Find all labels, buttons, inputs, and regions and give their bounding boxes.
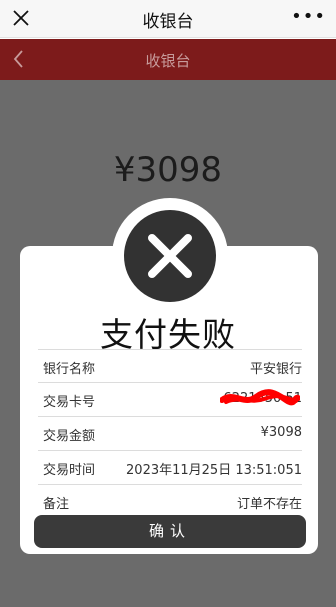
wechat-title-bar: 收银台 ••• xyxy=(0,0,336,38)
row-value: ¥3098 xyxy=(260,425,302,440)
row-label: 备注 xyxy=(43,497,70,512)
row-remark: 备注 订单不存在 xyxy=(38,485,302,518)
x-circle-icon xyxy=(148,234,192,278)
row-amount: 交易金额 ¥3098 xyxy=(38,417,302,450)
wechat-title: 收银台 xyxy=(142,12,194,32)
row-label: 交易金额 xyxy=(43,429,96,444)
page-title: 收银台 xyxy=(145,52,191,70)
row-label: 交易卡号 xyxy=(43,395,96,410)
row-label: 交易时间 xyxy=(43,463,96,478)
row-label: 银行名称 xyxy=(43,362,96,377)
row-time: 交易时间 2023年11月25日 13:51:051 xyxy=(38,451,302,484)
payment-amount: ¥3098 xyxy=(113,150,223,190)
row-bank-name: 银行名称 平安银行 xyxy=(38,350,302,383)
app-header: 收银台 xyxy=(0,39,336,80)
more-icon[interactable]: ••• xyxy=(291,8,326,26)
row-value: 订单不存在 xyxy=(236,497,302,512)
row-value: 平安银行 xyxy=(249,362,302,377)
redaction-scribble xyxy=(220,389,300,406)
row-value: 2023年11月25日 13:51:051 xyxy=(126,463,302,478)
confirm-button[interactable]: 确认 xyxy=(34,515,306,548)
